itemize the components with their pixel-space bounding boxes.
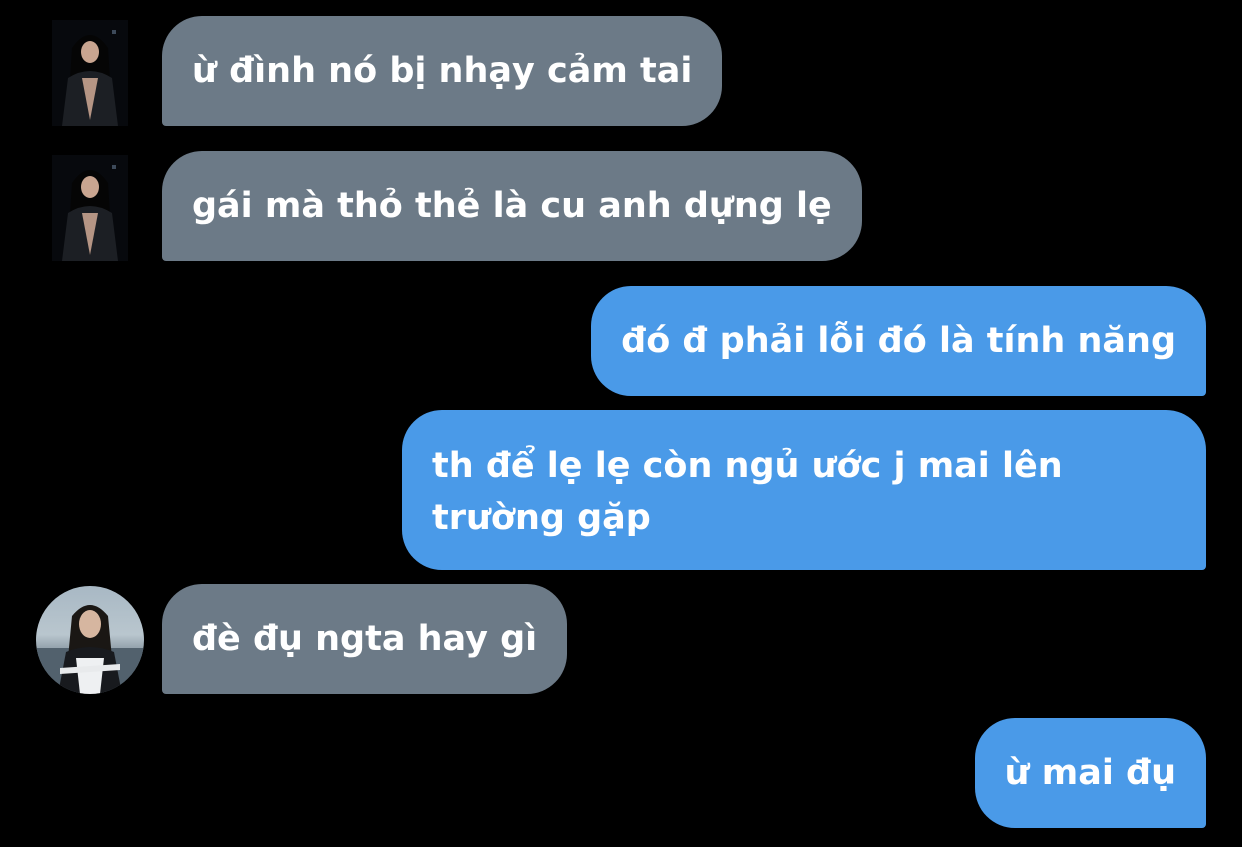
- message-text: ừ mai đụ: [1004, 753, 1176, 793]
- message-text: ừ đình nó bị nhạy cảm tai: [192, 51, 693, 91]
- message-bubble-incoming[interactable]: ừ đình nó bị nhạy cảm tai: [162, 16, 723, 126]
- avatar[interactable]: [52, 20, 128, 126]
- message-bubble-incoming[interactable]: đè đụ ngta hay gì: [162, 584, 568, 694]
- avatar[interactable]: [52, 155, 128, 261]
- message-text: th để lẹ lẹ còn ngủ ước j mai lên trường…: [432, 446, 1063, 538]
- message-text: đó đ phải lỗi đó là tính năng: [621, 321, 1176, 361]
- message-text: đè đụ ngta hay gì: [192, 619, 538, 659]
- message-text: gái mà thỏ thẻ là cu anh dựng lẹ: [192, 186, 832, 226]
- message-bubble-outgoing[interactable]: đó đ phải lỗi đó là tính năng: [591, 286, 1206, 396]
- message-bubble-outgoing[interactable]: ừ mai đụ: [974, 718, 1206, 828]
- message-bubble-incoming[interactable]: gái mà thỏ thẻ là cu anh dựng lẹ: [162, 151, 862, 261]
- message-bubble-outgoing[interactable]: th để lẹ lẹ còn ngủ ước j mai lên trường…: [402, 410, 1206, 570]
- avatar[interactable]: [36, 586, 144, 694]
